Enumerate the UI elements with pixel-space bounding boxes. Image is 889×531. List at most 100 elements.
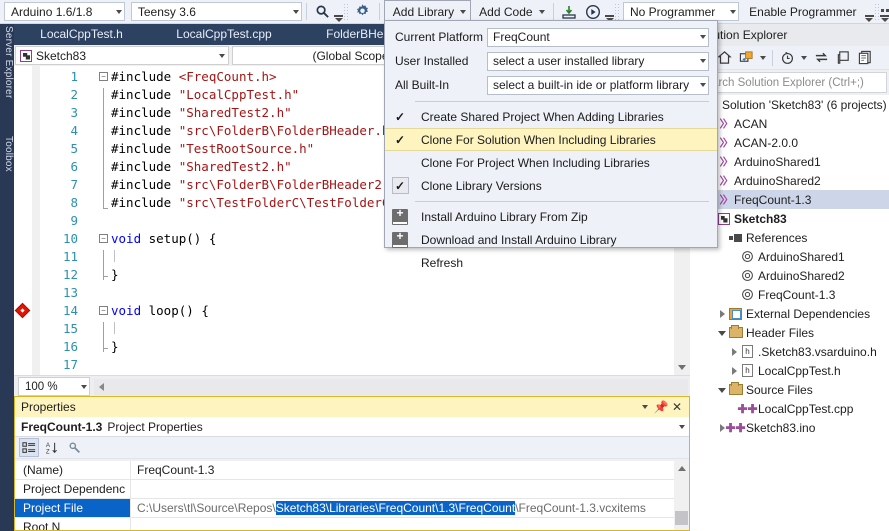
chevron-down-icon bbox=[730, 9, 737, 14]
property-row[interactable]: Project Dependenc bbox=[15, 480, 689, 499]
programmer-combo[interactable]: No Programmer bbox=[622, 2, 740, 21]
menu-item[interactable]: ✓ Create Shared Project When Adding Libra… bbox=[385, 105, 717, 128]
enable-programmer-label[interactable]: Enable Programmer bbox=[745, 5, 860, 19]
solution-explorer-tree[interactable]: Solution 'Sketch83' (6 projects) ACAN ACAN… bbox=[690, 95, 889, 531]
property-value[interactable] bbox=[131, 518, 689, 530]
tree-item-label: LocalCppTest.h bbox=[758, 363, 841, 378]
menu-item[interactable]: Refresh bbox=[385, 251, 717, 274]
tree-item[interactable]: ArduinoShared1 bbox=[690, 247, 889, 266]
programmer-overflow-button[interactable] bbox=[864, 2, 874, 22]
board-combo[interactable]: Teensy 3.6 bbox=[130, 2, 303, 21]
menu-item[interactable]: Install Arduino Library From Zip bbox=[385, 205, 717, 228]
tab-localcpptest-h[interactable]: LocalCppTest.h bbox=[14, 24, 149, 45]
tree-item[interactable]: FreqCount-1.3 bbox=[690, 285, 889, 304]
chevron-right-icon[interactable] bbox=[729, 346, 740, 357]
menu-item[interactable]: ✓ Clone For Solution When Including Libra… bbox=[385, 128, 717, 151]
tree-item[interactable]: References bbox=[690, 228, 889, 247]
vtab-toolbox[interactable]: Toolbox bbox=[0, 136, 14, 172]
property-row[interactable]: Root N bbox=[15, 518, 689, 530]
tree-item[interactable]: ArduinoShared1 bbox=[690, 152, 889, 171]
properties-icon[interactable] bbox=[855, 48, 875, 68]
tree-item[interactable]: ✚✚ LocalCppTest.cpp bbox=[690, 399, 889, 418]
close-icon[interactable]: ✕ bbox=[669, 398, 685, 416]
scroll-up-button[interactable] bbox=[674, 461, 689, 476]
chevron-down-icon[interactable] bbox=[799, 48, 809, 68]
chevron-right-icon[interactable] bbox=[729, 365, 740, 376]
chevron-right-icon[interactable] bbox=[717, 308, 728, 319]
collapse-all-icon[interactable] bbox=[833, 48, 853, 68]
property-value[interactable]: C:\Users\tl\Source\Repos\ Sketch83\Librar… bbox=[131, 499, 689, 517]
tree-item[interactable]: Header Files bbox=[690, 323, 889, 342]
tree-item[interactable]: External Dependencies bbox=[690, 304, 889, 323]
tree-item[interactable]: ACAN-2.0.0 bbox=[690, 133, 889, 152]
alphabetical-icon[interactable]: AZ bbox=[42, 438, 62, 457]
chevron-down-icon[interactable] bbox=[717, 384, 728, 395]
toolbar-grip[interactable] bbox=[343, 2, 350, 21]
tree-item-selected[interactable]: FreqCount-1.3 bbox=[690, 190, 889, 209]
property-row[interactable]: Project File C:\Users\tl\Source\Repos\ Ske… bbox=[15, 499, 689, 518]
current-platform-combo[interactable]: FreqCount bbox=[487, 27, 709, 47]
cpp-file-icon: ✚✚ bbox=[725, 420, 746, 435]
toolbar-grip[interactable] bbox=[614, 2, 621, 21]
tree-item[interactable]: Solution 'Sketch83' (6 projects) bbox=[690, 95, 889, 114]
breakpoint-margin[interactable] bbox=[14, 66, 32, 375]
property-value[interactable]: FreqCount-1.3 bbox=[131, 461, 689, 479]
project-scope-combo[interactable]: Sketch83 bbox=[15, 46, 229, 65]
menu-item[interactable]: Download and Install Arduino Library bbox=[385, 228, 717, 251]
search-button[interactable] bbox=[311, 1, 334, 23]
svg-text:Z: Z bbox=[46, 448, 50, 455]
chevron-down-icon[interactable] bbox=[717, 327, 728, 338]
editor-horizontal-scrollbar[interactable] bbox=[94, 378, 688, 395]
tree-item[interactable]: ✚✚ Sketch83.ino bbox=[690, 418, 889, 437]
toolbar-options-button[interactable] bbox=[880, 2, 889, 22]
tree-item[interactable]: Sketch83 bbox=[690, 209, 889, 228]
toolbar-overflow-button[interactable] bbox=[334, 2, 344, 22]
scrollbar-thumb[interactable] bbox=[675, 511, 688, 525]
debug-overflow-button[interactable] bbox=[605, 2, 615, 22]
programmer-value: No Programmer bbox=[629, 4, 716, 19]
settings-button[interactable] bbox=[350, 1, 375, 23]
property-row[interactable]: (Name) FreqCount-1.3 bbox=[15, 461, 689, 480]
tree-item[interactable]: h LocalCppTest.h bbox=[690, 361, 889, 380]
check-icon: ✓ bbox=[391, 177, 409, 194]
solution-explorer-search-input[interactable]: Search Solution Explorer (Ctrl+;) bbox=[692, 72, 887, 93]
vtab-server-explorer[interactable]: Server Explorer bbox=[0, 26, 14, 98]
chevron-down-icon[interactable] bbox=[758, 48, 768, 68]
user-installed-combo[interactable]: select a user installed library bbox=[487, 51, 709, 71]
property-value[interactable] bbox=[131, 480, 689, 498]
new-view-icon[interactable] bbox=[736, 48, 756, 68]
tree-item[interactable]: ACAN bbox=[690, 114, 889, 133]
tree-item[interactable]: h .Sketch83.vsarduino.h bbox=[690, 342, 889, 361]
property-name: Project File bbox=[15, 499, 131, 517]
scroll-left-button[interactable] bbox=[94, 379, 109, 395]
sketch-icon bbox=[716, 211, 731, 226]
all-builtin-combo[interactable]: select a built-in ide or platform librar… bbox=[487, 75, 709, 95]
fold-toggle[interactable]: − bbox=[99, 72, 108, 81]
check-icon: ✓ bbox=[394, 132, 406, 147]
sync-icon[interactable] bbox=[811, 48, 831, 68]
chevron-right-icon[interactable] bbox=[717, 422, 728, 433]
property-pages-icon[interactable] bbox=[65, 438, 85, 457]
tree-item[interactable]: ArduinoShared2 bbox=[690, 266, 889, 285]
panel-menu-icon[interactable] bbox=[637, 398, 653, 416]
menu-item[interactable]: Clone For Project When Including Librari… bbox=[385, 151, 717, 174]
tree-item[interactable]: Source Files bbox=[690, 380, 889, 399]
scroll-down-button[interactable] bbox=[674, 359, 690, 375]
pin-icon[interactable]: 📌 bbox=[653, 398, 669, 416]
user-installed-value: select a user installed library bbox=[493, 54, 645, 68]
properties-grid[interactable]: (Name) FreqCount-1.3 Project Dependenc Proj… bbox=[15, 461, 689, 530]
line-number: 5 bbox=[70, 141, 78, 156]
fold-toggle[interactable]: − bbox=[99, 306, 108, 315]
zoom-combo[interactable]: 100 % bbox=[18, 377, 90, 396]
ide-version-combo[interactable]: Arduino 1.6/1.8 bbox=[4, 2, 125, 21]
pending-changes-icon[interactable] bbox=[777, 48, 797, 68]
categorized-icon[interactable] bbox=[19, 438, 39, 457]
tree-item[interactable]: ArduinoShared2 bbox=[690, 171, 889, 190]
menu-item[interactable]: ✓ Clone Library Versions bbox=[385, 174, 717, 197]
tab-localcpptest-cpp[interactable]: LocalCppTest.cpp bbox=[149, 24, 299, 45]
toolbar-grip[interactable] bbox=[873, 2, 881, 21]
fold-toggle[interactable]: − bbox=[99, 234, 108, 243]
properties-scrollbar[interactable] bbox=[674, 461, 689, 530]
chevron-down-icon[interactable] bbox=[679, 424, 685, 429]
add-library-menu[interactable]: Current Platform FreqCount User Installe… bbox=[384, 20, 718, 270]
